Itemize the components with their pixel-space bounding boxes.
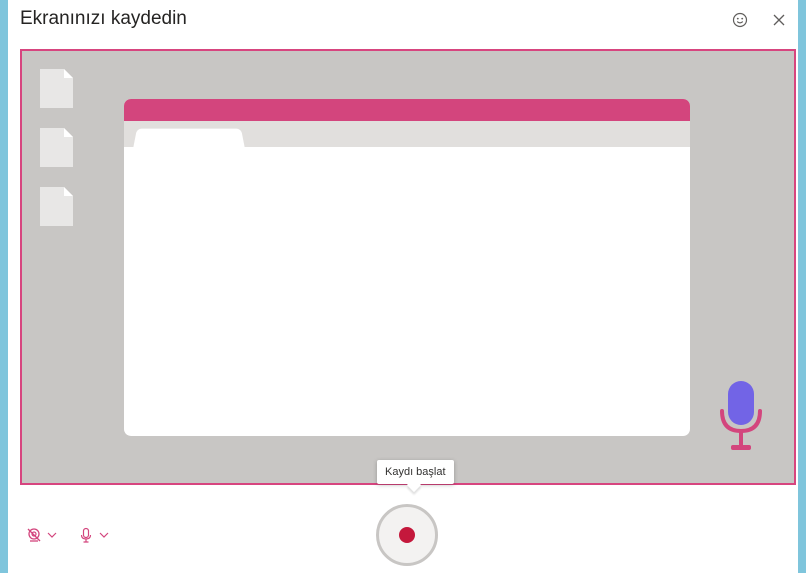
microphone-icon — [720, 381, 762, 450]
record-icon — [399, 527, 415, 543]
close-icon — [773, 14, 785, 26]
camera-off-icon — [27, 528, 41, 542]
window-titlebar — [124, 99, 690, 121]
window-tabstrip — [124, 121, 690, 149]
camera-toggle-dropdown[interactable] — [26, 524, 58, 546]
screen-preview — [20, 49, 796, 485]
tooltip-text: Kaydı başlat — [385, 466, 446, 478]
file-icon — [40, 69, 73, 108]
microphone-icon — [80, 527, 92, 543]
chevron-down-icon — [47, 532, 57, 538]
record-screen-dialog: Ekranınızı kaydedin Kaydı başlat — [8, 0, 798, 573]
file-icon — [40, 128, 73, 167]
smiley-icon — [732, 12, 748, 28]
start-recording-tooltip: Kaydı başlat — [377, 460, 454, 484]
close-button[interactable] — [769, 10, 789, 30]
microphone-toggle-dropdown[interactable] — [78, 524, 110, 546]
dialog-title: Ekranınızı kaydedin — [20, 8, 187, 29]
start-recording-button[interactable] — [376, 504, 438, 566]
browser-window-illustration — [124, 99, 690, 436]
file-icon — [40, 187, 73, 226]
chevron-down-icon — [99, 532, 109, 538]
feedback-button[interactable] — [730, 10, 750, 30]
window-tab — [133, 128, 245, 149]
